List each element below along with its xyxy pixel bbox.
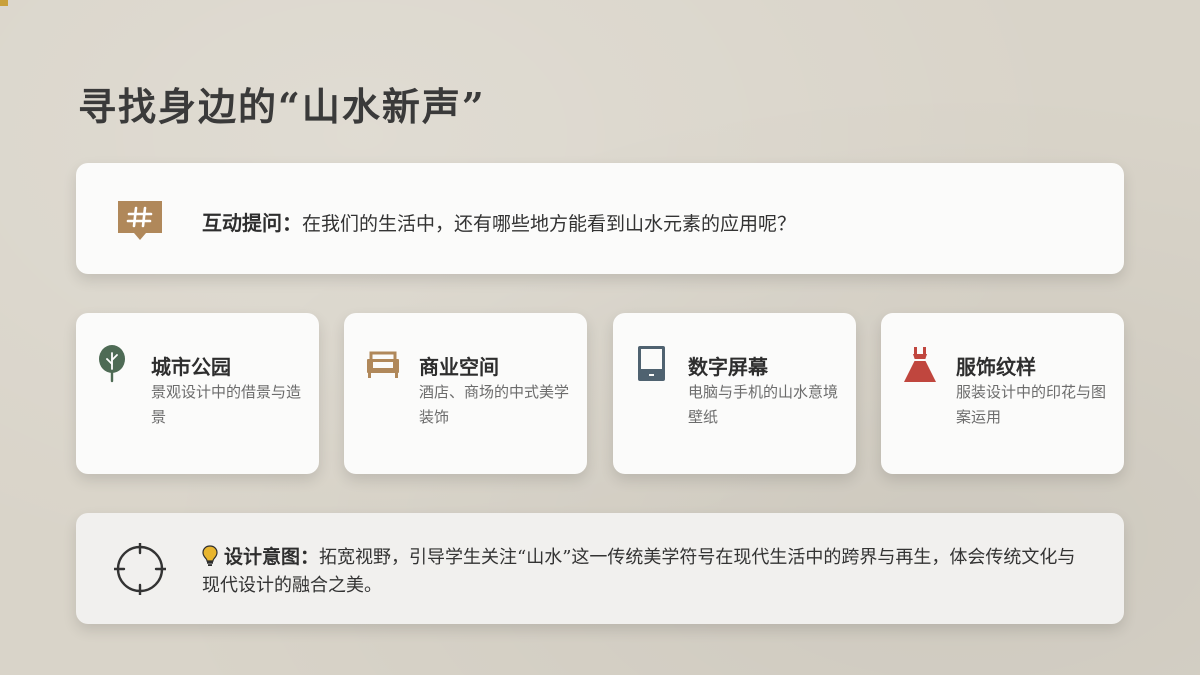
- question-card: 互动提问：在我们的生活中，还有哪些地方能看到山水元素的应用呢？: [76, 163, 1124, 274]
- dress-icon: [904, 347, 936, 382]
- design-intent-text: 设计意图：拓宽视野，引导学生关注“山水”这一传统美学符号在现代生活中的跨界与再生…: [202, 543, 1087, 600]
- item-card-park: 城市公园 景观设计中的借景与造景: [76, 313, 319, 474]
- question-text: 互动提问：在我们的生活中，还有哪些地方能看到山水元素的应用呢？: [202, 207, 796, 236]
- item-desc: 电脑与手机的山水意境壁纸: [688, 383, 839, 426]
- crosshair-icon: [114, 543, 166, 595]
- sofa-icon: [367, 351, 399, 378]
- item-card-fashion: 服饰纹样 服装设计中的印花与图案运用: [881, 313, 1124, 474]
- item-card-commercial: 商业空间 酒店、商场的中式美学装饰: [344, 313, 587, 474]
- phone-icon: [638, 346, 665, 381]
- item-desc: 酒店、商场的中式美学装饰: [419, 383, 570, 426]
- item-title: 商业空间: [419, 355, 499, 379]
- page-title: 寻找身边的“山水新声”: [78, 84, 486, 129]
- tree-icon: [99, 345, 125, 383]
- item-desc: 服装设计中的印花与图案运用: [956, 383, 1107, 426]
- item-title: 城市公园: [151, 355, 231, 379]
- corner-mark: [0, 0, 8, 6]
- hashtag-bubble-icon: [118, 201, 162, 240]
- item-desc: 景观设计中的借景与造景: [151, 383, 302, 426]
- design-intent-label: 设计意图：: [224, 546, 320, 568]
- item-title: 服饰纹样: [956, 355, 1036, 379]
- lightbulb-icon: [202, 545, 218, 566]
- question-body: 在我们的生活中，还有哪些地方能看到山水元素的应用呢？: [302, 213, 797, 235]
- question-label: 互动提问：: [202, 211, 302, 235]
- item-title: 数字屏幕: [688, 355, 768, 379]
- design-intent-card: 设计意图：拓宽视野，引导学生关注“山水”这一传统美学符号在现代生活中的跨界与再生…: [76, 513, 1124, 624]
- item-card-digital: 数字屏幕 电脑与手机的山水意境壁纸: [613, 313, 856, 474]
- design-intent-body: 拓宽视野，引导学生关注“山水”这一传统美学符号在现代生活中的跨界与再生，体会传统…: [202, 547, 1076, 596]
